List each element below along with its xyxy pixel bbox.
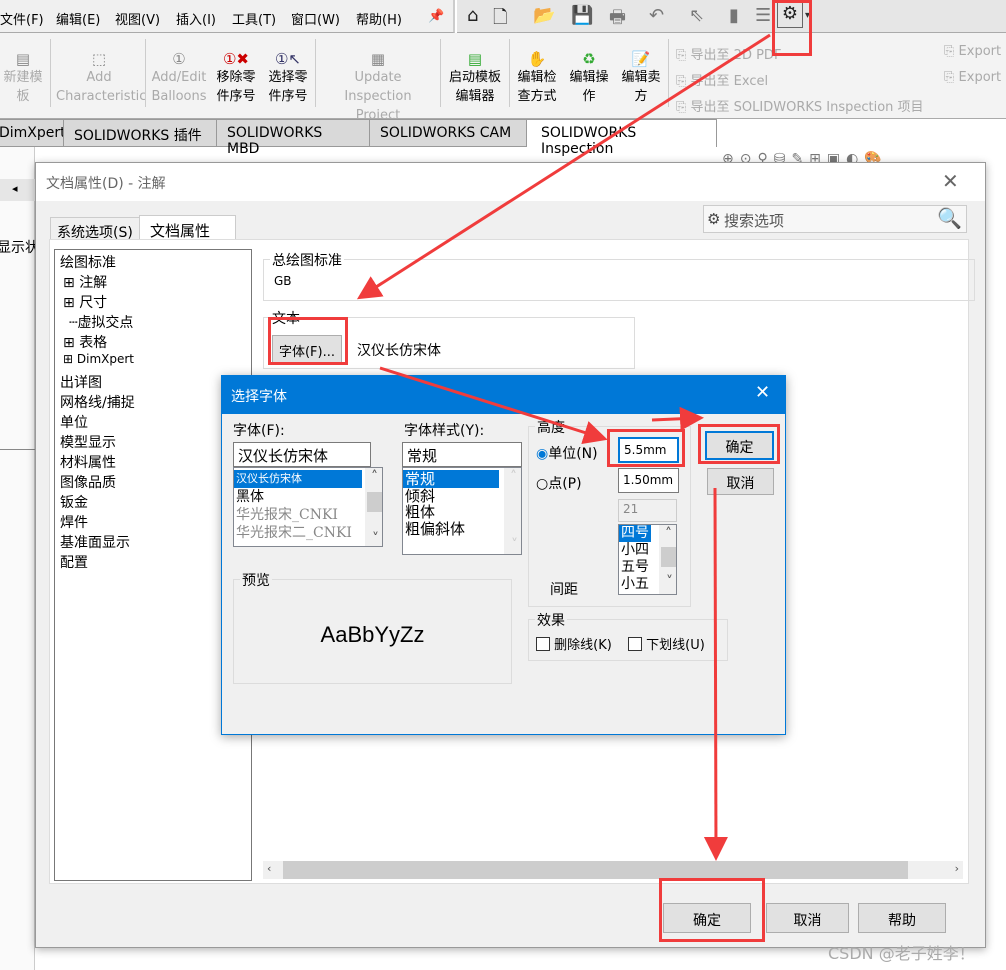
arrow [703,487,728,861]
watermark: CSDN @老子姓李！ [828,944,975,963]
arrow [651,406,704,431]
arrow [379,366,608,445]
arrow [356,33,771,300]
annotation-arrows [356,33,771,861]
